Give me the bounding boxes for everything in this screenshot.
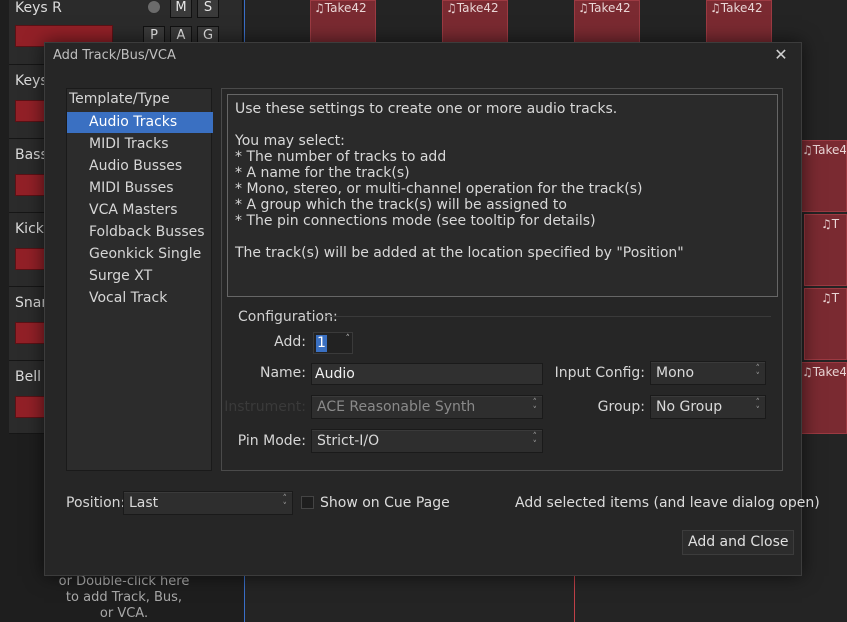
chevron-updown-icon: ˄ ˅ <box>532 432 538 450</box>
template-list: Template/Type Audio Tracks MIDI Tracks A… <box>66 88 213 471</box>
template-item-midi-tracks[interactable]: MIDI Tracks <box>67 134 213 155</box>
region-label: ♫Take42 <box>802 365 847 379</box>
input-config-label: Input Config: <box>554 365 645 381</box>
template-item-geonkick-single[interactable]: Geonkick Single <box>67 244 213 265</box>
hint-line: or Double-click here <box>58 574 190 589</box>
description-line: * A name for the track(s) <box>235 165 410 181</box>
region-label: ♫T <box>821 291 840 305</box>
description-line: * The pin connections mode (see tooltip … <box>235 213 596 229</box>
record-arm-button[interactable] <box>147 0 161 14</box>
region-label: ♫Take42 <box>314 1 367 15</box>
pin-mode-label: Pin Mode: <box>237 433 306 449</box>
instrument-value: ACE Reasonable Synth <box>317 399 476 415</box>
audio-region[interactable]: ♫Take42 <box>574 0 640 44</box>
group-label: Group: <box>597 399 645 415</box>
template-list-header: Template/Type <box>69 91 170 107</box>
region-label: ♫Take42 <box>710 1 763 15</box>
audio-region[interactable]: ♫Take42 <box>706 0 772 44</box>
position-label: Position: <box>66 495 126 511</box>
track-name[interactable]: Kick <box>15 221 44 237</box>
position-select[interactable]: Last ˄ ˅ <box>123 491 293 515</box>
instrument-label: Instrument: <box>224 399 306 415</box>
template-item-midi-busses[interactable]: MIDI Busses <box>67 178 213 199</box>
add-count-spinner[interactable]: 1 ˄ <box>313 332 353 354</box>
add-track-dialog: Add Track/Bus/VCA ✕ Template/Type Audio … <box>44 42 820 576</box>
description-line: The track(s) will be added at the locati… <box>235 245 684 261</box>
track-name[interactable]: Bass <box>15 147 48 163</box>
pin-mode-value: Strict-I/O <box>317 433 380 449</box>
template-item-foldback-busses[interactable]: Foldback Busses <box>67 222 213 243</box>
template-item-surge-xt[interactable]: Surge XT <box>67 266 213 287</box>
name-label: Name: <box>259 365 306 381</box>
configuration-divider <box>323 316 771 317</box>
group-value: No Group <box>656 399 723 415</box>
mute-button[interactable]: M <box>170 0 192 18</box>
description-line: * Mono, stereo, or multi-channel operati… <box>235 181 643 197</box>
pin-mode-select[interactable]: Strict-I/O ˄ ˅ <box>311 429 543 453</box>
description-line: * A group which the track(s) will be ass… <box>235 197 567 213</box>
add-count-label: Add: <box>274 334 306 350</box>
instrument-select[interactable]: ACE Reasonable Synth ˄ ˅ <box>311 395 543 419</box>
show-on-cue-checkbox[interactable] <box>301 496 314 509</box>
track-name[interactable]: Keys R <box>15 0 62 16</box>
dialog-title: Add Track/Bus/VCA <box>53 48 176 63</box>
region-label: ♫Take42 <box>578 1 631 15</box>
template-item-audio-busses[interactable]: Audio Busses <box>67 156 213 177</box>
position-value: Last <box>129 495 159 511</box>
chevron-updown-icon: ˄ ˅ <box>282 494 288 512</box>
solo-button[interactable]: S <box>197 0 219 18</box>
group-select[interactable]: No Group ˄ ˅ <box>650 395 766 419</box>
track-name[interactable]: Keys <box>15 73 48 89</box>
description-line: Use these settings to create one or more… <box>235 101 618 117</box>
add-track-hint[interactable]: or Double-click here to add Track, Bus, … <box>45 574 203 622</box>
description-line <box>235 229 770 245</box>
description-box: Use these settings to create one or more… <box>227 94 778 297</box>
region-label: ♫Take42 <box>802 143 847 157</box>
description-line: * The number of tracks to add <box>235 149 447 165</box>
audio-region[interactable]: ♫Take42 <box>442 0 508 44</box>
description-line <box>235 117 770 133</box>
audio-region[interactable]: ♫T <box>804 288 847 360</box>
description-line: You may select: <box>235 133 345 149</box>
region-label: ♫Take42 <box>446 1 499 15</box>
track-name-field[interactable]: Audio <box>311 363 543 385</box>
spin-up-icon[interactable]: ˄ <box>346 334 351 344</box>
input-config-select[interactable]: Mono ˄ ˅ <box>650 361 766 385</box>
configuration-label: Configuration: <box>238 309 338 325</box>
audio-region[interactable]: ♫Take42 <box>310 0 376 44</box>
add-and-close-button[interactable]: Add and Close <box>682 530 795 555</box>
hint-line: to add Track, Bus, <box>65 590 183 605</box>
region-label: ♫T <box>821 217 840 231</box>
template-item-vca-masters[interactable]: VCA Masters <box>67 200 213 221</box>
chevron-updown-icon: ˄ ˅ <box>532 398 538 416</box>
show-on-cue-label[interactable]: Show on Cue Page <box>320 495 450 511</box>
track-name[interactable]: Snar <box>15 295 47 311</box>
input-config-value: Mono <box>656 365 695 381</box>
close-icon[interactable]: ✕ <box>773 46 789 64</box>
add-selected-button[interactable]: Add selected items (and leave dialog ope… <box>515 495 820 511</box>
add-count-value[interactable]: 1 <box>316 335 327 352</box>
template-item-vocal-track[interactable]: Vocal Track <box>67 288 213 309</box>
chevron-updown-icon: ˄ ˅ <box>755 398 761 416</box>
audio-region[interactable]: ♫T <box>804 214 847 286</box>
hint-line: or VCA. <box>99 606 149 621</box>
chevron-updown-icon: ˄ ˅ <box>755 364 761 382</box>
template-item-audio-tracks[interactable]: Audio Tracks <box>67 112 213 133</box>
